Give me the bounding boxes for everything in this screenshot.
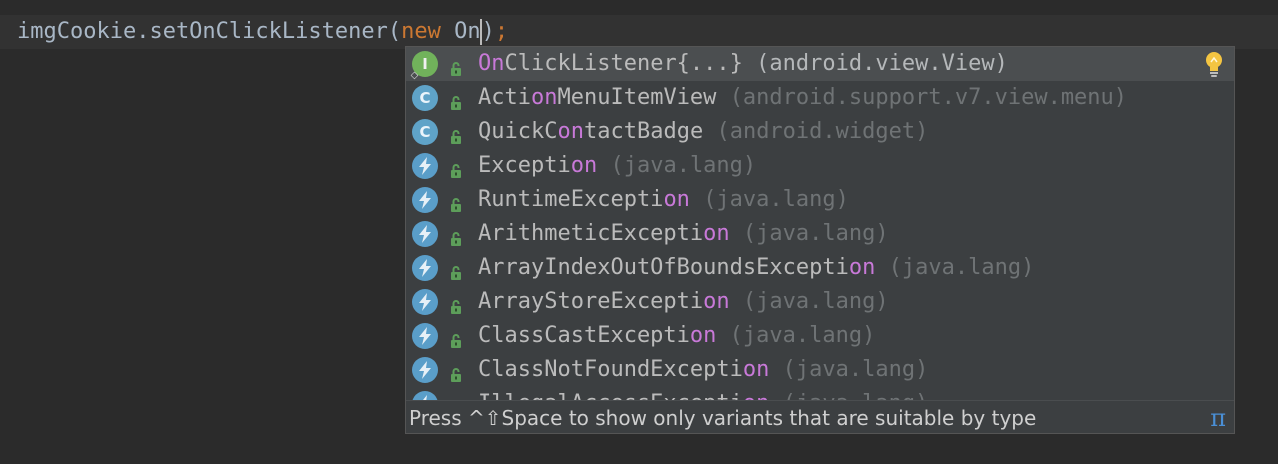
class-icon: C [412, 119, 438, 145]
exception-icon [412, 289, 438, 315]
exception-icon [412, 221, 438, 247]
public-lock-icon [447, 293, 465, 314]
completion-popup[interactable]: I ◇ OnClickListener{...} (android.view.Vie… [405, 46, 1235, 434]
item-package: (java.lang) [703, 187, 849, 212]
item-name-match: on [743, 391, 770, 400]
completion-footer: Press ^⇧Space to show only variants that… [406, 400, 1234, 433]
public-lock-icon [447, 191, 465, 212]
item-name-match: on [663, 187, 690, 212]
completion-item-label: ArrayStoreException (java.lang) [478, 285, 889, 319]
item-package: (java.lang) [742, 221, 889, 246]
public-lock-icon [447, 123, 465, 144]
item-name-match: On [478, 51, 505, 76]
exception-icon [412, 153, 438, 179]
item-package: (android.support.v7.view.menu) [729, 85, 1128, 110]
item-package: (java.lang) [742, 289, 889, 314]
new-keyword: new [401, 19, 441, 44]
completion-item[interactable]: ClassCastException (java.lang) [406, 319, 1234, 353]
item-package: (java.lang) [610, 153, 757, 178]
item-name-prefix: RuntimeExcepti [478, 187, 664, 212]
item-name-prefix: ArrayStoreExcepti [478, 289, 704, 314]
class-icon: C [412, 85, 438, 111]
public-lock-icon [447, 225, 465, 246]
completion-item[interactable]: ClassNotFoundException (java.lang) [406, 353, 1234, 387]
completion-item[interactable]: C QuickContactBadge (android.widget) [406, 115, 1234, 149]
public-lock-icon [447, 157, 465, 178]
completion-item[interactable]: ArrayIndexOutOfBoundsException (java.lan… [406, 251, 1234, 285]
item-name-rest: MenuItemView [557, 85, 717, 110]
completion-item-label: IllegalAccessException (java.lang) [478, 387, 928, 400]
public-lock-icon [447, 55, 465, 76]
item-name-match: on [570, 153, 598, 178]
completion-item-label: ActionMenuItemView (android.support.v7.v… [478, 81, 1127, 115]
item-name-prefix: IllegalAccessExcepti [478, 391, 743, 400]
item-package: (android.widget) [716, 119, 929, 144]
item-name-match: on [703, 289, 730, 314]
lightbulb-icon[interactable] [1203, 50, 1225, 78]
typed-text: On [440, 19, 481, 44]
pi-icon[interactable]: π [1210, 401, 1226, 433]
completion-item-label: QuickContactBadge (android.widget) [478, 115, 928, 149]
item-package: (android.view.View) [756, 51, 1008, 76]
item-name-match: on [703, 221, 730, 246]
code-before: imgCookie.setOnClickListener( [17, 19, 402, 44]
interface-icon: I ◇ [411, 51, 438, 81]
completion-item[interactable]: ArithmeticException (java.lang) [406, 217, 1234, 251]
completion-item-label: OnClickListener{...} (android.view.View) [478, 47, 1008, 81]
item-name-rest: ClickListener{...} [504, 51, 743, 76]
completion-item[interactable]: RuntimeException (java.lang) [406, 183, 1234, 217]
public-lock-icon [447, 89, 465, 110]
completion-item-label: ArithmeticException (java.lang) [478, 217, 889, 251]
public-lock-icon [447, 327, 465, 348]
completion-item[interactable]: ArrayStoreException (java.lang) [406, 285, 1234, 319]
item-name-match: on [689, 323, 717, 348]
public-lock-icon [447, 361, 465, 382]
item-package: (java.lang) [782, 357, 929, 382]
exception-icon [412, 323, 438, 349]
completion-item-label: RuntimeException (java.lang) [478, 183, 849, 217]
item-package: (java.lang) [888, 255, 1035, 280]
completion-item-label: ClassCastException (java.lang) [478, 319, 875, 353]
item-package: (java.lang) [729, 323, 876, 348]
code-after: ) [481, 19, 495, 44]
item-name-match: on [848, 255, 876, 280]
item-name-prefix: ClassNotFoundExcepti [478, 357, 743, 382]
completion-item[interactable]: C ActionMenuItemView (android.support.v7.… [406, 81, 1234, 115]
code-line[interactable]: imgCookie.setOnClickListener(new On); [17, 15, 508, 49]
item-name-prefix: Excepti [478, 153, 571, 178]
completion-item-label: Exception (java.lang) [478, 149, 756, 183]
exception-icon [412, 187, 438, 213]
hint-text: Press ^⇧Space to show only variants that… [409, 406, 1037, 430]
exception-icon [412, 391, 438, 400]
completion-item[interactable]: IllegalAccessException (java.lang) [406, 387, 1234, 400]
item-name-prefix: QuickC [478, 119, 558, 144]
item-name-match: on [557, 119, 584, 144]
completion-item[interactable]: Exception (java.lang) [406, 149, 1234, 183]
completion-item-label: ClassNotFoundException (java.lang) [478, 353, 928, 387]
item-name-prefix: Acti [478, 85, 531, 110]
exception-icon [412, 357, 438, 383]
completion-item[interactable]: I ◇ OnClickListener{...} (android.view.Vie… [406, 47, 1234, 81]
item-name-match: on [530, 85, 558, 110]
item-name-prefix: ClassCastExcepti [478, 323, 690, 348]
semicolon: ; [494, 19, 509, 44]
item-name-rest: tactBadge [583, 119, 704, 144]
item-name-match: on [742, 357, 770, 382]
public-lock-icon [447, 259, 465, 280]
item-package: (java.lang) [783, 391, 929, 400]
item-name-prefix: ArrayIndexOutOfBoundsExcepti [478, 255, 849, 280]
completion-list[interactable]: I ◇ OnClickListener{...} (android.view.Vie… [406, 47, 1234, 400]
item-name-prefix: ArithmeticExcepti [478, 221, 704, 246]
exception-icon [412, 255, 438, 281]
completion-item-label: ArrayIndexOutOfBoundsException (java.lan… [478, 251, 1034, 285]
